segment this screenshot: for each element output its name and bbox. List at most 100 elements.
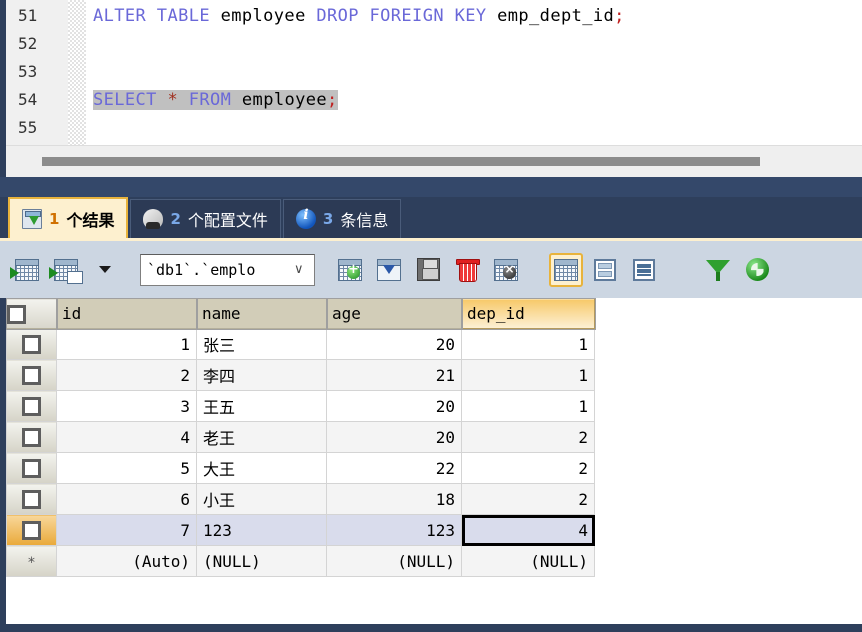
cell-name[interactable]: 大王 [197, 453, 327, 484]
grid-toolbar: `db1`.`emplo ∨ [0, 238, 862, 298]
cell-dep_id[interactable]: 1 [462, 360, 595, 391]
cell-id[interactable]: 6 [57, 484, 197, 515]
code-line-52[interactable] [86, 30, 862, 58]
cell-id[interactable]: 4 [57, 422, 197, 453]
grid-view-button[interactable] [549, 253, 583, 287]
row-selector[interactable] [7, 453, 57, 484]
table-row[interactable]: 1 张三 20 1 [7, 329, 595, 360]
code-fold-column[interactable] [68, 0, 86, 145]
table-row[interactable]: 2 李四 21 1 [7, 360, 595, 391]
delete-row-button[interactable] [450, 253, 484, 287]
scrollbar-thumb[interactable] [42, 157, 760, 166]
row-checkbox[interactable] [22, 490, 41, 509]
cell-age[interactable]: 20 [327, 422, 462, 453]
save-button[interactable] [411, 253, 445, 287]
tab-result[interactable]: 1 个结果 [8, 197, 128, 238]
cell-name-new[interactable]: (NULL) [197, 546, 327, 577]
add-row-grid-icon [338, 259, 362, 281]
cell-age[interactable]: 21 [327, 360, 462, 391]
cell-age[interactable]: 22 [327, 453, 462, 484]
line-number: 55 [6, 114, 68, 142]
export-wizard-button[interactable] [49, 253, 83, 287]
row-selector[interactable] [7, 484, 57, 515]
row-checkbox[interactable] [22, 366, 41, 385]
arrow-down-icon [383, 265, 395, 274]
cell-dep_id-new[interactable]: (NULL) [462, 546, 595, 577]
cell-dep_id[interactable]: 2 [462, 453, 595, 484]
refresh-button[interactable] [740, 253, 774, 287]
cell-name[interactable]: 123 [197, 515, 327, 546]
row-selector[interactable] [7, 515, 57, 546]
code-line-51[interactable]: ALTER TABLE employee DROP FOREIGN KEY em… [86, 2, 862, 30]
tab-profile[interactable]: 2 个配置文件 [130, 199, 280, 238]
tab-messages[interactable]: 3 条信息 [283, 199, 401, 238]
cell-age-new[interactable]: (NULL) [327, 546, 462, 577]
column-header-dep_id[interactable]: dep_id [462, 299, 595, 329]
cell-age[interactable]: 20 [327, 391, 462, 422]
cell-dep_id[interactable]: 2 [462, 422, 595, 453]
row-selector[interactable] [7, 422, 57, 453]
text-view-button[interactable] [627, 253, 661, 287]
discard-changes-button[interactable] [489, 253, 523, 287]
cell-id-new[interactable]: (Auto) [57, 546, 197, 577]
apply-changes-button[interactable] [372, 253, 406, 287]
table-row[interactable]: 4 老王 20 2 [7, 422, 595, 453]
cell-id[interactable]: 5 [57, 453, 197, 484]
table-body: 1 张三 20 1 2 李四 21 1 3 王五 20 1 4 [7, 329, 595, 577]
table-selector-value: `db1`.`emplo [147, 261, 292, 279]
cell-name[interactable]: 李四 [197, 360, 327, 391]
cell-name[interactable]: 张三 [197, 329, 327, 360]
cell-name[interactable]: 王五 [197, 391, 327, 422]
cell-id[interactable]: 7 [57, 515, 197, 546]
column-header-name[interactable]: name [197, 299, 327, 329]
new-record-row[interactable]: * (Auto) (NULL) (NULL) (NULL) [7, 546, 595, 577]
sql-code-area[interactable]: ALTER TABLE employee DROP FOREIGN KEY em… [86, 0, 862, 145]
table-selector-dropdown[interactable]: `db1`.`emplo ∨ [140, 254, 315, 286]
column-header-age[interactable]: age [327, 299, 462, 329]
tab-messages-label: 条信息 [340, 207, 388, 231]
code-line-54[interactable]: SELECT * FROM employee; [86, 86, 862, 114]
select-all-checkbox[interactable] [7, 305, 26, 324]
cell-name[interactable]: 小王 [197, 484, 327, 515]
select-all-header[interactable] [7, 299, 57, 329]
asterisk-icon: * [27, 556, 35, 570]
cell-age[interactable]: 20 [327, 329, 462, 360]
table-row[interactable]: 6 小王 18 2 [7, 484, 595, 515]
cell-id[interactable]: 2 [57, 360, 197, 391]
form-view-button[interactable] [588, 253, 622, 287]
table-row[interactable]: 5 大王 22 2 [7, 453, 595, 484]
sql-editor-pane[interactable]: 51 52 53 54 55 ALTER TABLE employee DROP… [0, 0, 862, 145]
row-checkbox[interactable] [22, 335, 41, 354]
code-line-55[interactable] [86, 114, 862, 142]
code-line-53[interactable] [86, 58, 862, 86]
row-selector[interactable] [7, 329, 57, 360]
row-checkbox[interactable] [22, 397, 41, 416]
filter-button[interactable] [701, 253, 735, 287]
cell-name[interactable]: 老王 [197, 422, 327, 453]
import-wizard-button[interactable] [10, 253, 44, 287]
cell-dep_id[interactable]: 1 [462, 329, 595, 360]
result-grid[interactable]: id name age dep_id 1 张三 20 1 2 李四 21 1 [0, 298, 862, 624]
row-checkbox[interactable] [22, 428, 41, 447]
table-row-selected[interactable]: 7 123 123 4 [7, 515, 595, 546]
row-checkbox[interactable] [22, 521, 41, 540]
cell-age[interactable]: 123 [327, 515, 462, 546]
new-row-marker[interactable]: * [7, 546, 57, 577]
cell-age[interactable]: 18 [327, 484, 462, 515]
export-dropdown-caret[interactable] [88, 253, 122, 287]
column-header-id[interactable]: id [57, 299, 197, 329]
line-number: 54 [6, 86, 68, 114]
new-row-button[interactable] [333, 253, 367, 287]
editor-horizontal-scrollbar[interactable] [6, 145, 862, 177]
cell-id[interactable]: 3 [57, 391, 197, 422]
line-number: 52 [6, 30, 68, 58]
row-selector[interactable] [7, 391, 57, 422]
row-selector[interactable] [7, 360, 57, 391]
table-row[interactable]: 3 王五 20 1 [7, 391, 595, 422]
row-checkbox[interactable] [22, 459, 41, 478]
cell-dep_id-focused[interactable]: 4 [462, 515, 595, 546]
cell-dep_id[interactable]: 1 [462, 391, 595, 422]
import-grid-icon [15, 259, 39, 281]
cell-id[interactable]: 1 [57, 329, 197, 360]
cell-dep_id[interactable]: 2 [462, 484, 595, 515]
